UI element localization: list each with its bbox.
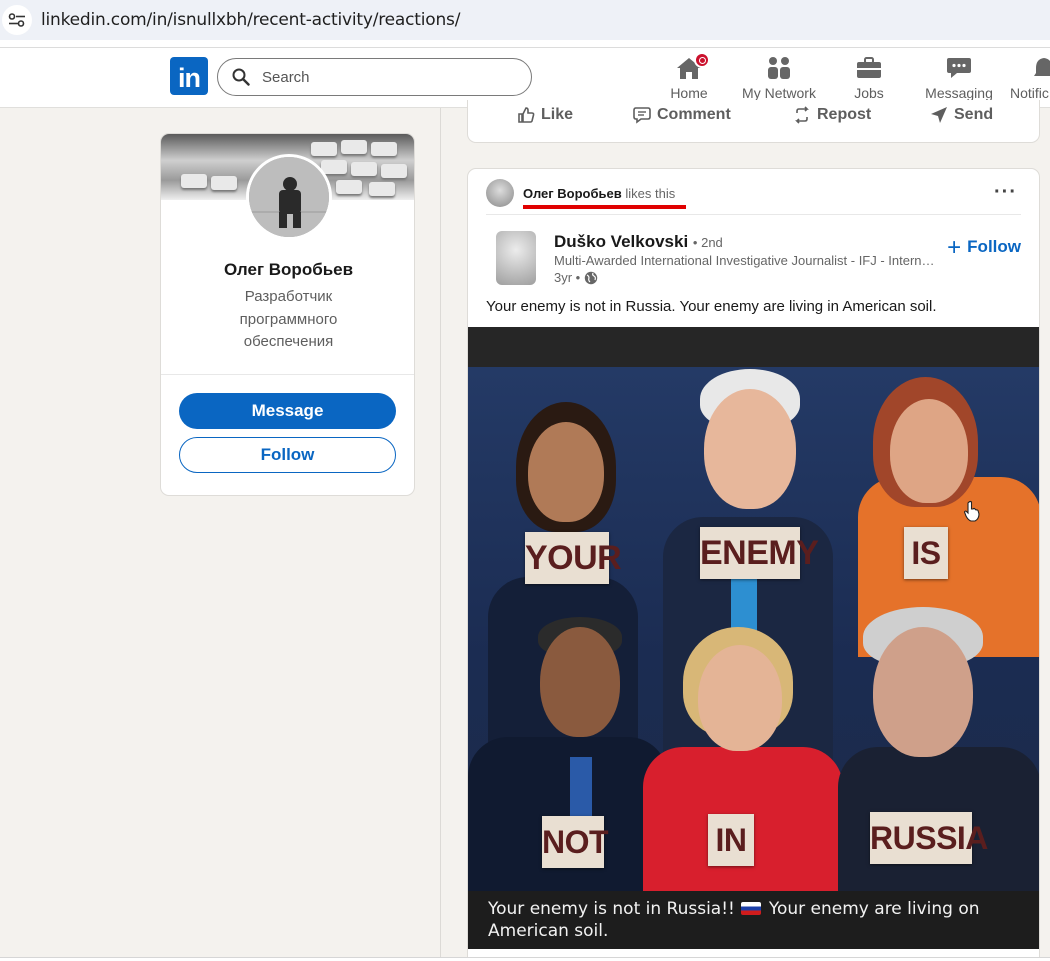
- author-avatar[interactable]: [496, 231, 536, 285]
- network-icon: [766, 54, 792, 82]
- nav-messaging-label: Messaging: [925, 85, 993, 101]
- author-name[interactable]: Duško Velkovski • 2nd: [554, 232, 723, 252]
- search-icon: [232, 68, 250, 86]
- url-text[interactable]: linkedin.com/in/isnullxbh/recent-activit…: [41, 10, 460, 30]
- connection-degree: • 2nd: [692, 235, 723, 250]
- divider: [486, 214, 1021, 215]
- image-sign: ENEMY: [700, 527, 819, 579]
- global-nav: in Home My Network Jobs Messaging Notifi…: [0, 48, 1050, 108]
- comment-icon: [633, 107, 651, 124]
- image-sign: YOUR: [525, 532, 622, 584]
- image-sign: IN: [708, 814, 754, 866]
- post-image[interactable]: YOUR ENEMY IS NOT IN RUSSIA Your enemy i…: [468, 327, 1039, 949]
- hand-cursor-icon: [963, 500, 980, 522]
- red-underline-annotation: [523, 205, 686, 209]
- site-settings-icon[interactable]: [2, 5, 32, 35]
- nav-my-network-label: My Network: [742, 85, 816, 101]
- globe-icon: [585, 271, 598, 284]
- previous-post-actions: Like Comment Repost Send: [467, 100, 1040, 143]
- image-sign: RUSSIA: [870, 812, 988, 864]
- reactor-avatar[interactable]: [486, 179, 514, 207]
- profile-follow-button[interactable]: Follow: [179, 437, 396, 473]
- nav-jobs-label: Jobs: [854, 85, 884, 101]
- reactor-name[interactable]: Олег Воробьев: [523, 186, 622, 201]
- nav-messaging[interactable]: Messaging: [925, 54, 993, 104]
- image-caption: Your enemy is not in Russia!! Your enemy …: [468, 891, 1039, 949]
- nav-jobs[interactable]: Jobs: [854, 54, 884, 104]
- column-divider: [440, 108, 441, 961]
- nav-home-label: Home: [670, 85, 708, 101]
- russian-flag-icon: [740, 902, 761, 915]
- home-icon: [676, 52, 710, 82]
- plus-icon: +: [947, 233, 962, 261]
- linkedin-logo[interactable]: in: [170, 57, 208, 95]
- reaction-text: likes this: [625, 186, 676, 201]
- profile-name[interactable]: Олег Воробьев: [161, 260, 414, 280]
- post-time: 3yr •: [554, 270, 598, 285]
- message-button[interactable]: Message: [179, 393, 396, 429]
- briefcase-icon: [856, 54, 882, 82]
- bell-icon: [1010, 54, 1050, 82]
- like-button[interactable]: Like: [517, 106, 573, 124]
- author-follow-button[interactable]: + Follow: [947, 233, 1021, 261]
- send-button[interactable]: Send: [930, 106, 993, 124]
- profile-card: Олег Воробьев Разработчик программного о…: [160, 133, 415, 496]
- messaging-icon: [946, 54, 972, 82]
- more-options-button[interactable]: ···: [994, 181, 1017, 204]
- reaction-header: Олег Воробьев likes this: [523, 186, 675, 201]
- profile-avatar[interactable]: [246, 154, 332, 240]
- repost-icon: [795, 106, 809, 124]
- nav-my-network[interactable]: My Network: [742, 54, 816, 104]
- notification-badge: [694, 52, 710, 68]
- browser-separator: [0, 40, 1050, 48]
- image-sign: IS: [904, 527, 948, 579]
- divider: [161, 374, 414, 375]
- nav-home[interactable]: Home: [670, 52, 710, 104]
- search-box[interactable]: [217, 58, 532, 96]
- search-input[interactable]: [262, 68, 512, 86]
- feed-post: Олег Воробьев likes this ··· Duško Velko…: [467, 168, 1040, 961]
- author-headline: Multi-Awarded International Investigativ…: [554, 253, 939, 268]
- image-sign: NOT: [542, 816, 609, 868]
- like-icon: [518, 107, 535, 123]
- comment-button[interactable]: Comment: [633, 106, 731, 124]
- repost-button[interactable]: Repost: [793, 106, 871, 124]
- nav-notifications-label: Notific: [1010, 85, 1049, 101]
- profile-headline: Разработчик программного обеспечения: [239, 288, 338, 350]
- browser-address-bar[interactable]: linkedin.com/in/isnullxbh/recent-activit…: [0, 0, 1050, 40]
- bottom-edge: [0, 957, 1050, 961]
- send-icon: [931, 107, 947, 123]
- nav-notifications[interactable]: Notific: [1010, 54, 1050, 104]
- post-text: Your enemy is not in Russia. Your enemy …: [486, 298, 937, 315]
